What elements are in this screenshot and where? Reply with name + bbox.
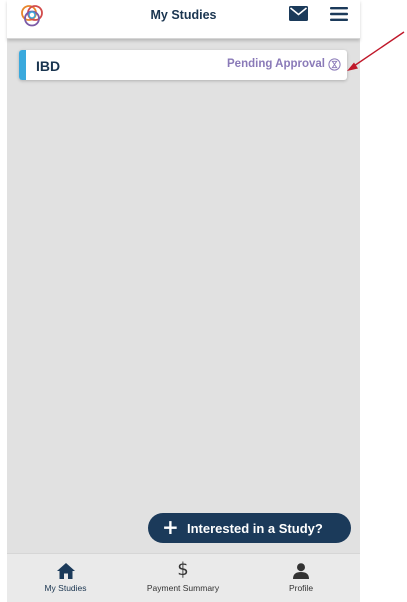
nav-item-my-studies[interactable]: My Studies (7, 554, 124, 602)
nav-label-profile: Profile (288, 583, 314, 593)
app-screen: My Studies IBD Pending Approval + Intere… (7, 0, 360, 602)
nav-label-payment-summary: Payment Summary (146, 583, 220, 593)
study-status: Pending Approval (227, 58, 325, 70)
nav-item-profile[interactable]: Profile (242, 554, 360, 602)
study-card[interactable]: IBD Pending Approval (19, 50, 347, 80)
interested-in-study-button[interactable]: + Interested in a Study? (148, 513, 351, 543)
nav-item-payment-summary[interactable]: $ Payment Summary (124, 554, 242, 602)
bottom-nav: My Studies $ Payment Summary Profile (7, 553, 360, 602)
plus-icon: + (162, 515, 179, 539)
study-name: IBD (36, 58, 61, 74)
hourglass-icon (328, 58, 341, 71)
nav-label-my-studies: My Studies (44, 583, 87, 593)
home-icon (56, 563, 75, 579)
person-icon (293, 563, 309, 579)
studies-list: IBD Pending Approval + Interested in a S… (7, 38, 360, 553)
app-header: My Studies (7, 0, 360, 39)
mail-icon[interactable] (289, 6, 308, 21)
fab-label: Interested in a Study? (187, 521, 323, 536)
menu-icon[interactable] (330, 7, 348, 21)
card-accent-bar (19, 50, 26, 80)
dollar-icon: $ (177, 559, 189, 580)
